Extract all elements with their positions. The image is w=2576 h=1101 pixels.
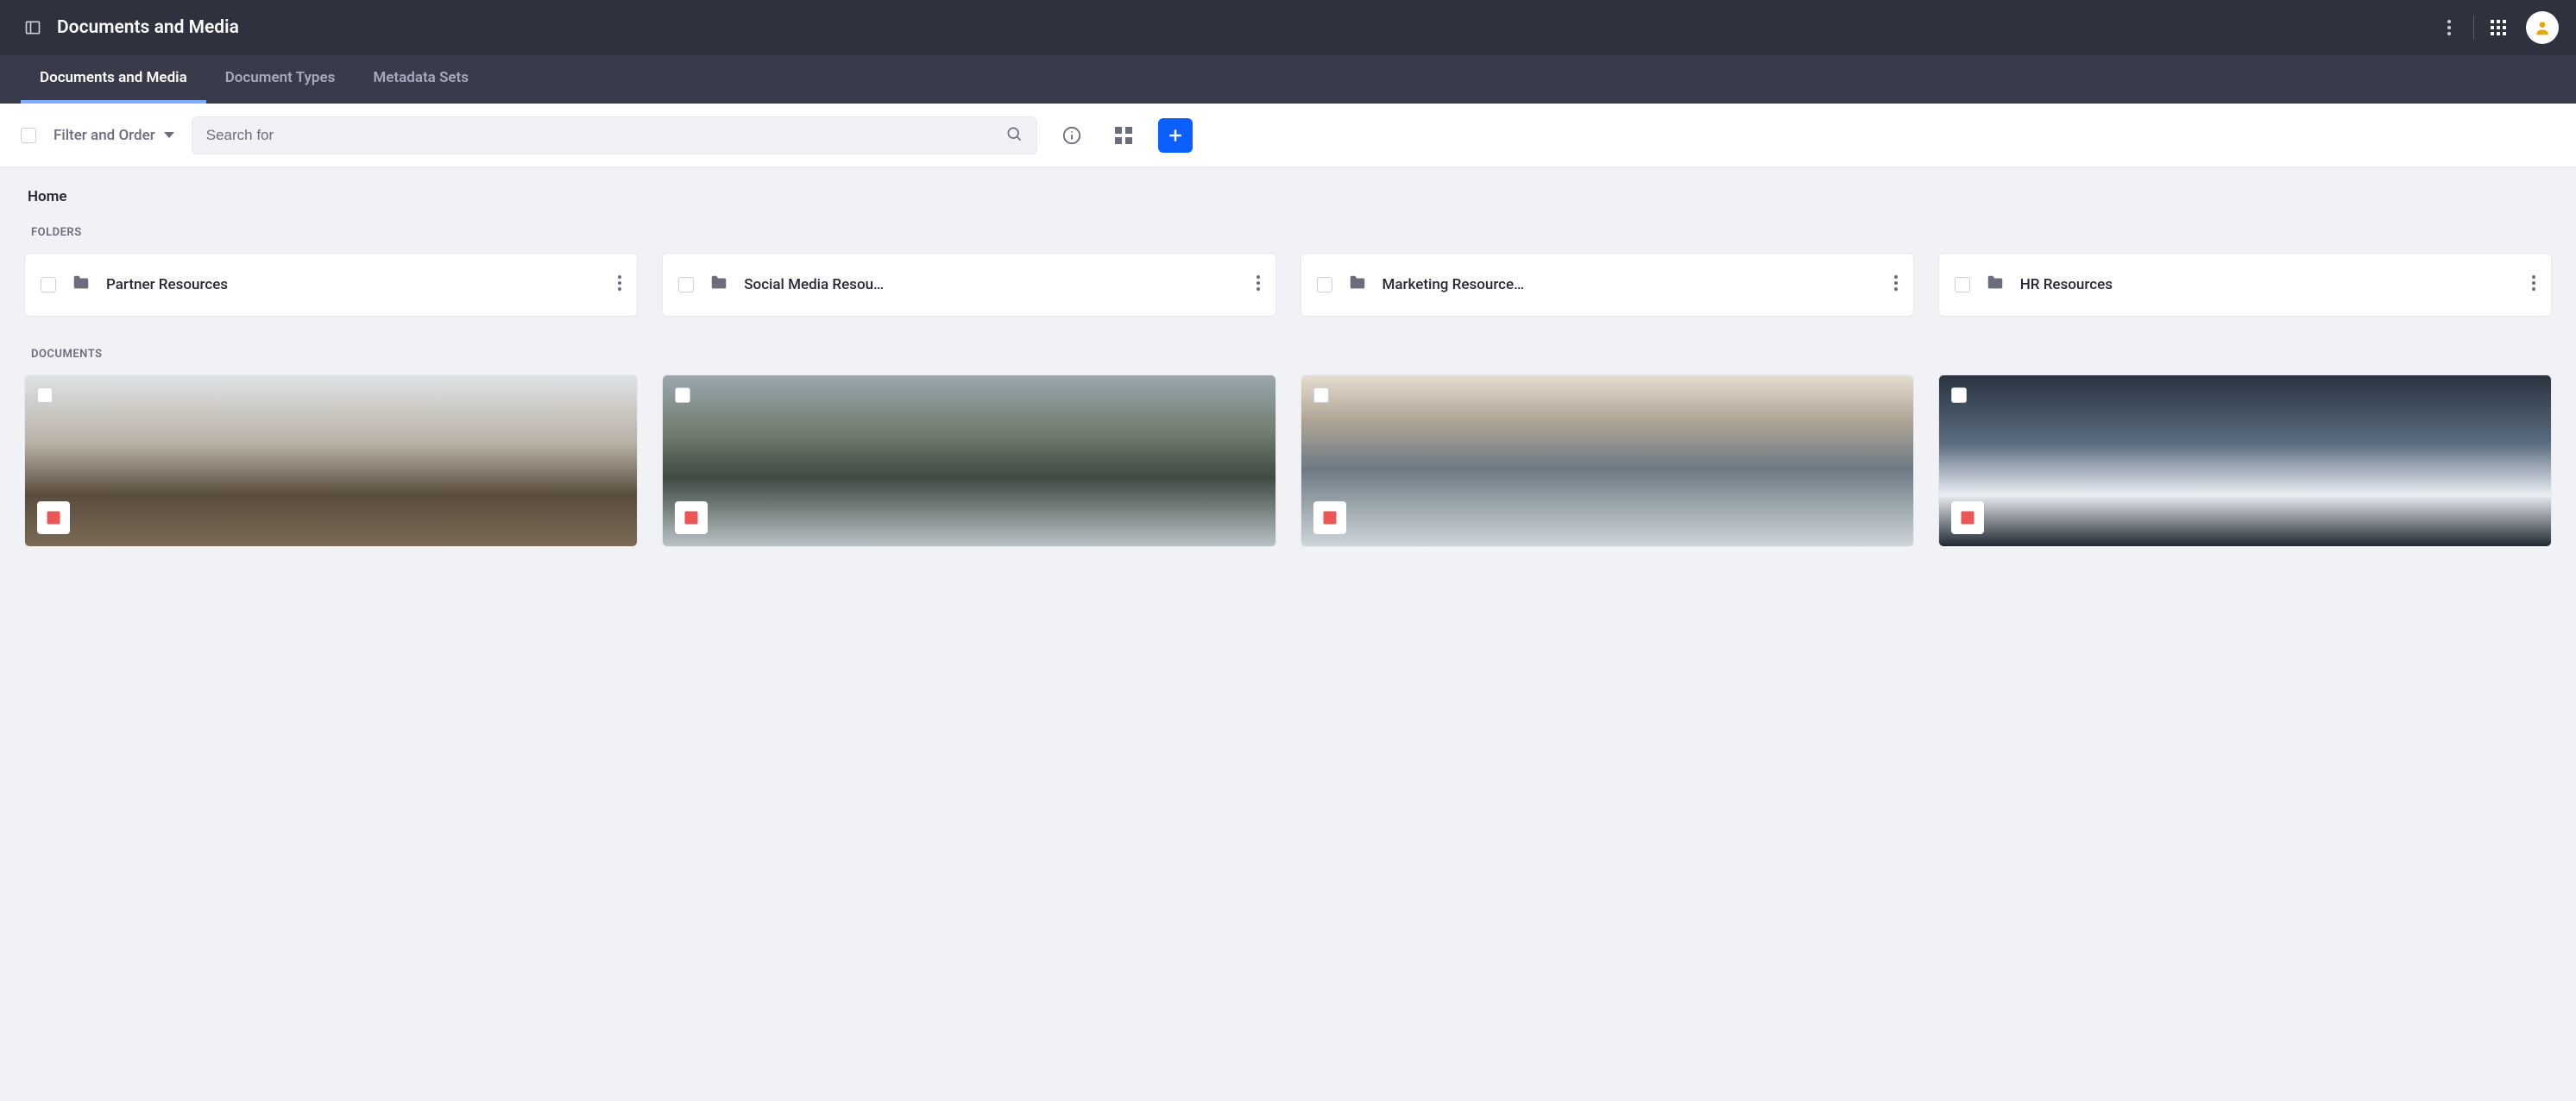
- tabbar: Documents and Media Document Types Metad…: [0, 55, 2576, 104]
- folder-card[interactable]: Social Media Resou…: [662, 253, 1275, 317]
- user-avatar[interactable]: [2526, 11, 2559, 44]
- search-input[interactable]: [206, 127, 1005, 144]
- image-type-icon: [1951, 501, 1984, 534]
- topbar-options-icon[interactable]: [2439, 17, 2459, 38]
- tab-label: Documents and Media: [40, 69, 187, 86]
- document-card[interactable]: [662, 374, 1275, 547]
- folder-card[interactable]: Partner Resources: [24, 253, 638, 317]
- document-checkbox[interactable]: [37, 387, 53, 403]
- folder-checkbox[interactable]: [1317, 277, 1332, 293]
- document-card[interactable]: [1938, 374, 2552, 547]
- folder-card[interactable]: HR Resources: [1938, 253, 2552, 317]
- document-card[interactable]: [24, 374, 638, 547]
- search-box[interactable]: [192, 116, 1037, 154]
- image-type-icon: [1313, 501, 1346, 534]
- image-type-icon: [675, 501, 708, 534]
- folder-checkbox[interactable]: [1955, 277, 1970, 293]
- filter-order-label: Filter and Order: [54, 127, 155, 144]
- document-thumbnail: [663, 375, 1275, 546]
- toolbar: Filter and Order: [0, 104, 2576, 167]
- folder-checkbox[interactable]: [678, 277, 694, 293]
- topbar: Documents and Media: [0, 0, 2576, 55]
- document-card[interactable]: [1301, 374, 1914, 547]
- folder-icon: [1986, 274, 2005, 296]
- view-grid-icon[interactable]: [1106, 118, 1141, 153]
- app-title: Documents and Media: [57, 17, 239, 38]
- breadcrumb[interactable]: Home: [28, 188, 2552, 205]
- select-all-checkbox[interactable]: [21, 128, 36, 143]
- folder-icon: [709, 274, 728, 296]
- folder-name: Partner Resources: [106, 276, 602, 293]
- content-area: Home FOLDERS Partner Resources Social Me…: [0, 167, 2576, 599]
- document-thumbnail: [1939, 375, 2551, 546]
- topbar-left: Documents and Media: [24, 17, 239, 38]
- tab-document-types[interactable]: Document Types: [206, 55, 355, 104]
- apps-grid-icon[interactable]: [2488, 17, 2509, 38]
- document-checkbox[interactable]: [1313, 387, 1329, 403]
- info-icon[interactable]: [1055, 118, 1089, 153]
- tab-documents-and-media[interactable]: Documents and Media: [21, 55, 206, 104]
- tab-label: Document Types: [225, 69, 336, 86]
- topbar-right: [2439, 11, 2559, 44]
- documents-section-label: DOCUMENTS: [31, 348, 2552, 361]
- topbar-divider: [2473, 16, 2474, 40]
- folder-checkbox[interactable]: [41, 277, 56, 293]
- tab-label: Metadata Sets: [373, 69, 469, 86]
- tab-metadata-sets[interactable]: Metadata Sets: [354, 55, 488, 104]
- folders-section-label: FOLDERS: [31, 226, 2552, 239]
- document-thumbnail: [25, 375, 637, 546]
- add-button[interactable]: [1158, 118, 1193, 153]
- folder-options-icon[interactable]: [1257, 275, 1260, 294]
- panel-toggle-icon[interactable]: [24, 19, 41, 36]
- folder-card[interactable]: Marketing Resource…: [1301, 253, 1914, 317]
- folder-name: Social Media Resou…: [744, 276, 1240, 293]
- documents-grid: [24, 374, 2552, 547]
- folder-options-icon[interactable]: [618, 275, 621, 294]
- folder-name: HR Resources: [2020, 276, 2516, 293]
- folder-icon: [1348, 274, 1367, 296]
- document-thumbnail: [1301, 375, 1913, 546]
- folder-options-icon[interactable]: [1894, 275, 1898, 294]
- document-checkbox[interactable]: [675, 387, 690, 403]
- folder-options-icon[interactable]: [2532, 275, 2535, 294]
- filter-order-dropdown[interactable]: Filter and Order: [54, 127, 174, 144]
- folder-icon: [72, 274, 91, 296]
- caret-down-icon: [164, 132, 174, 138]
- folders-grid: Partner Resources Social Media Resou… Ma…: [24, 253, 2552, 317]
- document-checkbox[interactable]: [1951, 387, 1967, 403]
- image-type-icon: [37, 501, 70, 534]
- search-icon[interactable]: [1005, 125, 1023, 146]
- folder-name: Marketing Resource…: [1382, 276, 1879, 293]
